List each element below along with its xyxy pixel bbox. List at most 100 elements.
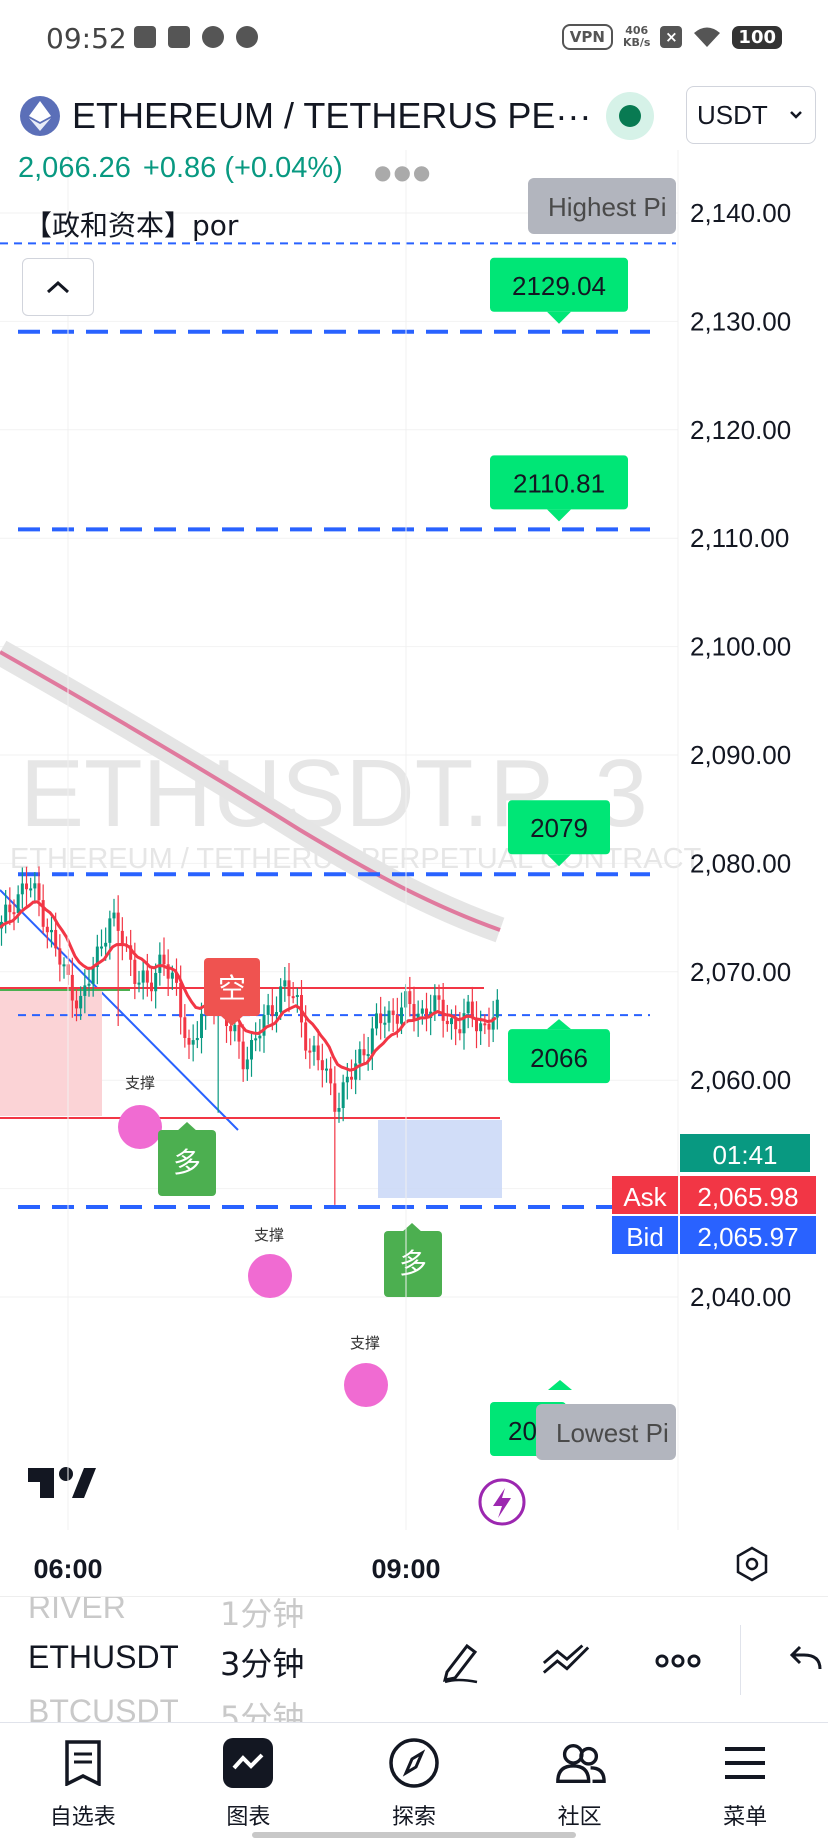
candle-body <box>141 970 145 983</box>
candle-body <box>379 1013 383 1024</box>
price-chart[interactable]: ETHUSDT.P, 3 ETHEREUM / TETHERUS PERPETU… <box>0 150 828 1596</box>
symbol-row[interactable]: ETHEREUM / TETHERUS PE··· <box>20 92 591 140</box>
interval-selected[interactable]: 3分钟 <box>220 1639 304 1685</box>
chart-icon <box>222 1737 274 1789</box>
indicator-label[interactable]: 【政和资本】por <box>24 204 238 244</box>
currency-select[interactable]: USDT <box>686 86 816 144</box>
price-tick-label: 2,080.00 <box>690 848 791 878</box>
candle-body <box>391 1010 395 1016</box>
candle-body <box>200 1013 203 1038</box>
candle-body <box>466 1001 470 1014</box>
support-label: 支撑 <box>125 1074 155 1092</box>
symbol-selected[interactable]: ETHUSDT <box>28 1639 178 1676</box>
candle-body <box>37 883 41 901</box>
nav-chart[interactable]: 图表 <box>166 1723 332 1840</box>
market-status-dot <box>619 105 641 127</box>
countdown-box: 01:41 <box>680 1134 810 1172</box>
level-tag: 2110.81 <box>490 455 628 522</box>
chart-settings-icon[interactable] <box>736 1546 768 1582</box>
candle-body <box>145 970 149 983</box>
support-label: 支撑 <box>254 1226 284 1244</box>
candle-body <box>370 1028 374 1055</box>
candle-body <box>387 1010 391 1023</box>
nav-menu-label: 菜单 <box>723 1805 768 1830</box>
nav-explore[interactable]: 探索 <box>331 1723 497 1840</box>
price-tick-label: 2,110.00 <box>690 523 789 553</box>
market-status-icon[interactable] <box>606 92 654 140</box>
price-tick-label: 2,140.00 <box>690 198 791 228</box>
candle-body <box>16 894 20 914</box>
nav-community[interactable]: 社区 <box>497 1723 663 1840</box>
collapse-indicators-button[interactable] <box>22 258 94 316</box>
undo-icon[interactable] <box>780 1635 828 1687</box>
bottom-nav: 自选表 图表 探索 社区 菜单 <box>0 1722 828 1840</box>
candle-body <box>4 904 8 922</box>
candle-body <box>304 1022 308 1051</box>
candle-body <box>262 1014 266 1036</box>
no-sim-icon: × <box>660 26 683 48</box>
toolbar-divider <box>740 1625 741 1695</box>
candle-body <box>250 1039 253 1060</box>
candle-body <box>291 996 295 999</box>
lightning-icon[interactable] <box>478 1478 526 1526</box>
candle-body <box>162 954 166 965</box>
candle-body <box>316 1045 320 1061</box>
symbol-title[interactable]: ETHEREUM / TETHERUS PE··· <box>72 95 591 137</box>
candle-body <box>83 985 87 996</box>
pen-icon[interactable] <box>434 1635 486 1687</box>
more-dots-icon[interactable]: ●●● <box>374 160 432 184</box>
nav-menu[interactable]: 菜单 <box>662 1723 828 1840</box>
level-tag-text: 2110.81 <box>513 468 605 498</box>
trend-tool-icon[interactable] <box>540 1635 592 1687</box>
candle-body <box>450 1018 453 1025</box>
candle-body <box>20 883 24 895</box>
interval-option[interactable]: 5分钟 <box>220 1693 304 1722</box>
candle-body <box>154 972 158 992</box>
candle-body <box>254 1038 258 1041</box>
candle-body <box>495 999 499 1018</box>
level-tag-text: 2066 <box>530 1043 588 1073</box>
status-right: VPN 406 KB/s × 100 <box>561 24 782 50</box>
symbol-option[interactable]: RIVER <box>28 1597 126 1626</box>
price-change: +0.86 (+0.04%) <box>142 152 343 184</box>
currency-value: USDT <box>697 99 768 130</box>
nav-watchlist[interactable]: 自选表 <box>0 1723 166 1840</box>
candle-body <box>62 964 66 967</box>
candle-body <box>333 1083 337 1112</box>
candle-body <box>25 883 28 890</box>
more-tools-icon[interactable] <box>652 1635 704 1687</box>
candle-body <box>383 1022 387 1025</box>
price-tick-label: 2,070.00 <box>690 957 791 987</box>
short-label: 空 <box>218 972 246 1005</box>
candle-body <box>104 942 108 947</box>
symbol-option[interactable]: BTCUSDT <box>28 1693 178 1722</box>
notification-icons <box>134 26 258 48</box>
net-speed-unit: KB/s <box>622 36 651 49</box>
level-tag-text: 2079 <box>530 813 588 843</box>
candle-body <box>233 1024 237 1032</box>
candle-body <box>275 1012 278 1016</box>
level-tag-pointer <box>547 509 571 522</box>
price-tick-label: 2,100.00 <box>690 632 791 662</box>
candle-body <box>483 1023 487 1026</box>
candle-body <box>195 1037 199 1041</box>
candle-body <box>79 995 83 1009</box>
candle-body <box>70 974 74 1001</box>
candle-body <box>366 1054 370 1057</box>
candle-body <box>133 959 137 984</box>
candle-body <box>270 1005 274 1016</box>
candle-body <box>50 929 53 933</box>
candle-body <box>229 1026 233 1032</box>
candle-body <box>279 986 283 1013</box>
level-tags: 2129.04 2110.81 2079 2066 <box>490 257 628 1084</box>
nav-watchlist-label: 自选表 <box>49 1805 116 1830</box>
highest-price-label: Highest Pi <box>528 178 676 234</box>
partial-low-text: 20 <box>508 1416 537 1446</box>
highest-price-text: Highest Pi <box>548 192 667 222</box>
home-indicator <box>252 1832 576 1838</box>
candle-body <box>191 1040 195 1045</box>
support-marker <box>248 1254 292 1298</box>
interval-option[interactable]: 1分钟 <box>220 1597 304 1635</box>
candle-body <box>187 1037 191 1045</box>
cat-app-icon <box>236 26 258 48</box>
